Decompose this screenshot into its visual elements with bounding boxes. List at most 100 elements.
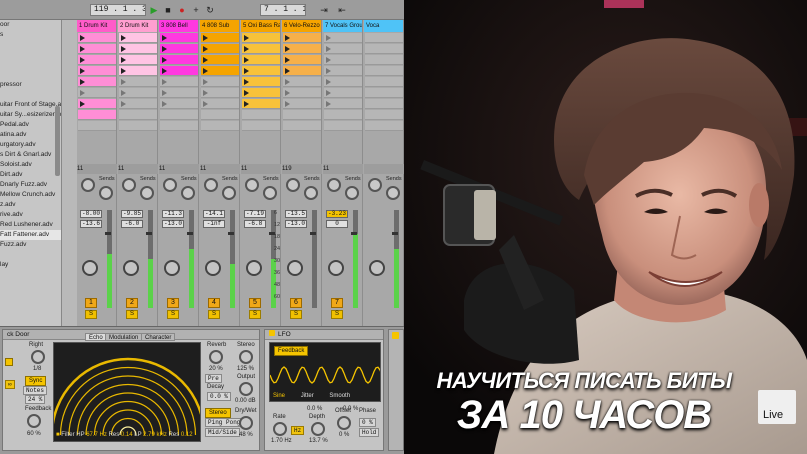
browser-item[interactable]: Dirt.adv [0,170,61,180]
clip-launch-icon[interactable] [162,79,167,85]
clip-slot[interactable] [119,77,157,87]
clip-launch-icon[interactable] [203,79,208,85]
clip-launch-icon[interactable] [285,57,290,63]
res2-value[interactable]: 0.12 [181,432,193,438]
volume-value[interactable]: -11.3 [162,210,184,218]
send-a-knob[interactable] [368,178,382,192]
browser-item[interactable] [0,270,61,280]
clip-slot[interactable] [119,88,157,98]
clip-launch-icon[interactable] [285,79,290,85]
clip-launch-icon[interactable] [203,90,208,96]
clip-slot[interactable] [201,121,239,131]
browser-item[interactable]: Mellow Crunch.adv [0,190,61,200]
clip[interactable] [242,66,280,76]
clip-launch-icon[interactable] [162,90,167,96]
send-a-knob[interactable] [245,178,259,192]
add-icon[interactable]: + [190,4,202,16]
clip-slot[interactable] [365,77,403,87]
hz-button[interactable]: Hz [291,426,305,435]
clip-launch-icon[interactable] [326,68,331,74]
clip-launch-icon[interactable] [80,68,85,74]
ping-pong-button[interactable]: Ping Pong [205,418,244,427]
browser-item[interactable] [0,70,61,80]
clip[interactable] [201,66,239,76]
clip[interactable] [283,66,321,76]
browser-item[interactable]: urgatory.adv [0,140,61,150]
volume-value[interactable]: -8.00 [80,210,102,218]
solo-button[interactable]: S [208,310,220,319]
clip-slot[interactable] [324,55,362,65]
solo-button[interactable]: S [290,310,302,319]
hold-button[interactable]: Hold [359,428,380,437]
browser-item[interactable] [0,90,61,100]
clip-slot[interactable] [365,33,403,43]
clip-slot[interactable] [283,88,321,98]
device-on-icon[interactable] [392,332,399,339]
volume-value[interactable]: -14.1 [203,210,225,218]
browser-item[interactable]: Soloist.adv [0,160,61,170]
clip-launch-icon[interactable] [326,79,331,85]
clip-launch-icon[interactable] [121,57,126,63]
clip-slot[interactable] [283,99,321,109]
clip-slot[interactable] [78,88,116,98]
clip-slot[interactable] [365,99,403,109]
clip[interactable] [201,44,239,54]
pan-knob[interactable] [205,260,221,276]
clip-launch-icon[interactable] [285,35,290,41]
pan-knob[interactable] [246,260,262,276]
clip-launch-icon[interactable] [121,46,126,52]
clip[interactable] [242,99,280,109]
track-io-row[interactable]: 11 [118,164,158,174]
lp-value[interactable]: 2.79 kHz [143,432,167,438]
track-activator-button[interactable]: 7 [331,298,343,308]
feedback-knob[interactable] [27,414,41,428]
stereo-mode-button[interactable]: Stereo [205,408,231,418]
browser-item[interactable]: oor [0,20,61,30]
track-io-row[interactable]: 11 [323,164,363,174]
clip-launch-icon[interactable] [244,57,249,63]
clip[interactable] [283,33,321,43]
clip[interactable] [78,66,116,76]
clip-slot[interactable] [365,66,403,76]
fader-handle[interactable] [351,232,357,235]
clip-slot[interactable] [78,121,116,131]
clip[interactable] [78,55,116,65]
next-device-edge[interactable] [388,329,404,451]
position-field[interactable]: 7 . 1 . 1 [260,4,306,16]
stop-icon[interactable]: ■ [162,4,174,16]
browser-item[interactable]: z.adv [0,200,61,210]
volume-value[interactable]: -3.23 [326,210,348,218]
send-b-knob[interactable] [99,186,113,200]
pan-knob[interactable] [123,260,139,276]
clip[interactable] [119,66,157,76]
browser-item[interactable] [0,50,61,60]
send-a-knob[interactable] [163,178,177,192]
clip[interactable] [119,55,157,65]
clip-launch-icon[interactable] [326,90,331,96]
phase-value[interactable]: 0 % [359,418,376,427]
browser-scrollbar[interactable] [55,106,60,176]
clip-slot[interactable] [283,121,321,131]
stereo-knob[interactable] [239,350,253,364]
clip[interactable] [242,88,280,98]
send-b-knob[interactable] [140,186,154,200]
track-io-row[interactable]: 11 [200,164,240,174]
browser-item[interactable] [0,40,61,50]
clip-launch-icon[interactable] [326,46,331,52]
browser-item[interactable]: atina.adv [0,130,61,140]
clip[interactable] [283,55,321,65]
offset-knob[interactable] [337,416,351,430]
solo-button[interactable]: S [126,310,138,319]
fader-handle[interactable] [392,232,398,235]
browser-item[interactable]: uitar Front of Stage.adv [0,100,61,110]
clip-slot[interactable] [201,99,239,109]
volume-value[interactable]: -7.19 [244,210,266,218]
fader-handle[interactable] [310,232,316,235]
clip[interactable] [242,77,280,87]
clip-slot[interactable] [324,66,362,76]
clip-launch-icon[interactable] [285,101,290,107]
notes-select[interactable]: Notes [23,386,48,395]
tab-echo[interactable]: Echo [85,333,107,341]
tempo-field[interactable]: 119 . 1 . 3 [90,4,146,16]
send-a-knob[interactable] [122,178,136,192]
